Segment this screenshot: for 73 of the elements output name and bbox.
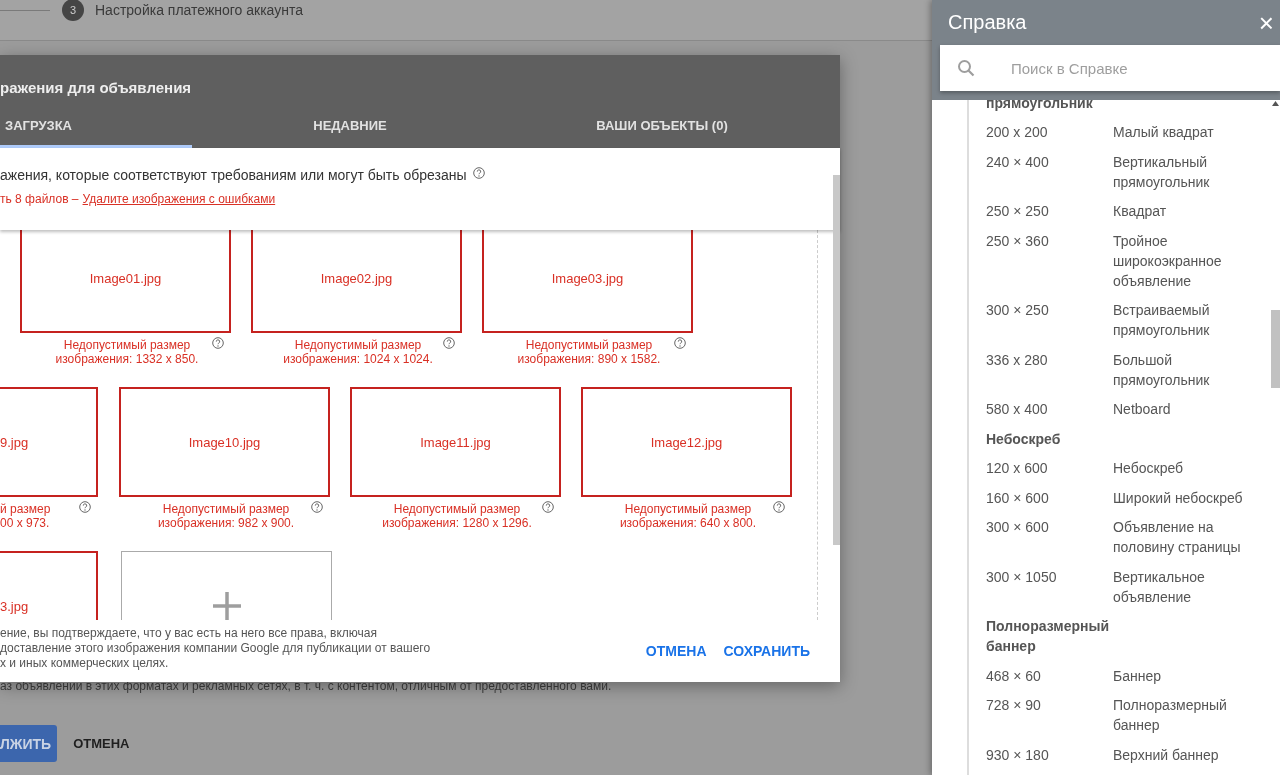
notice-text: аз объявлений в этих форматах и рекламных сетях, в т. ч. с контентом, отличным от предоставленного вами. bbox=[0, 679, 612, 693]
tab[interactable]: НЕДАВНИЕ bbox=[192, 105, 508, 148]
image-tile[interactable]: 3.jpg bbox=[0, 551, 98, 620]
tab[interactable]: ВАШИ ОБЪЕКТЫ (0) bbox=[508, 105, 816, 148]
step-label: Настройка платежного аккаунта bbox=[95, 2, 304, 18]
format-name: Малый квадрат bbox=[1113, 123, 1215, 143]
size-text: 300 × 1050 bbox=[986, 567, 1058, 587]
size-text: 580 x 400 bbox=[986, 400, 1049, 420]
image-tile[interactable]: Image11.jpg bbox=[350, 387, 561, 497]
size-text: 250 × 250 bbox=[986, 202, 1050, 222]
error-message: Недопустимый размер изображения: 1332 x 850. bbox=[54, 338, 200, 366]
scrollbar-thumb[interactable] bbox=[833, 175, 840, 545]
help-icon[interactable] bbox=[674, 337, 686, 349]
error-message: й размер 00 x 973. bbox=[0, 502, 52, 530]
size-text: 240 × 400 bbox=[986, 152, 1050, 172]
format-name: Баннер bbox=[1113, 666, 1162, 686]
plus-icon bbox=[211, 591, 242, 620]
help-icon[interactable] bbox=[79, 501, 91, 513]
section-heading: Небоскреб bbox=[986, 429, 1062, 449]
size-text: 336 x 280 bbox=[986, 350, 1049, 370]
section-heading: прямоугольник bbox=[986, 93, 1094, 113]
save-button[interactable]: СОХРАНИТЬ bbox=[723, 643, 810, 659]
format-name: Объявление на половину страницы bbox=[1113, 518, 1242, 558]
image-tile[interactable]: Image12.jpg bbox=[581, 387, 792, 497]
help-icon[interactable] bbox=[773, 501, 785, 513]
requirements-text: ажения, которые соответствуют требованиям или могут быть обрезаны bbox=[0, 167, 467, 183]
format-name: Квадрат bbox=[1113, 202, 1168, 222]
size-text: 728 × 90 bbox=[986, 696, 1042, 716]
size-text: 468 × 60 bbox=[986, 666, 1042, 686]
help-icon[interactable] bbox=[443, 337, 455, 349]
error-message: Недопустимый размер изображения: 1280 x 1296. bbox=[381, 502, 533, 530]
image-tile[interactable]: Image01.jpg bbox=[20, 230, 231, 333]
step-number: 3 bbox=[62, 0, 84, 21]
format-name: Вертикальный прямоугольник bbox=[1113, 152, 1211, 192]
size-text: 930 × 180 bbox=[986, 745, 1050, 765]
cancel-button[interactable]: ОТМЕНА bbox=[73, 736, 130, 751]
search-field[interactable]: Поиск в Справке bbox=[940, 45, 1280, 91]
format-name: Тройное широкоэкранное объявление bbox=[1113, 231, 1223, 291]
image-tile[interactable]: Image03.jpg bbox=[482, 230, 693, 333]
help-icon[interactable] bbox=[472, 167, 485, 179]
format-name: Вертикальное объявление bbox=[1113, 567, 1206, 607]
format-name: Большой прямоугольник bbox=[1113, 350, 1211, 390]
error-message: Недопустимый размер изображения: 640 x 800. bbox=[618, 502, 758, 530]
dialog-title: ражения для объявления bbox=[0, 78, 193, 98]
format-name: Встраиваемый прямоугольник bbox=[1113, 301, 1211, 341]
format-name: Небоскреб bbox=[1113, 459, 1185, 479]
size-text: 300 × 250 bbox=[986, 301, 1050, 321]
size-text: 160 × 600 bbox=[986, 488, 1050, 508]
remove-errors-link[interactable]: Удалите изображения с ошибками bbox=[82, 192, 276, 206]
error-summary: ть 8 файлов – bbox=[0, 192, 79, 206]
scrollbar-thumb[interactable] bbox=[1271, 310, 1280, 388]
image-tile[interactable]: 9.jpg bbox=[0, 387, 98, 497]
size-text: 200 x 200 bbox=[986, 123, 1049, 143]
format-name: Netboard bbox=[1113, 400, 1172, 420]
help-icon[interactable] bbox=[542, 501, 554, 513]
size-text: 300 × 600 bbox=[986, 518, 1050, 538]
error-message: Недопустимый размер изображения: 982 x 900. bbox=[156, 502, 296, 530]
size-text: 120 x 600 bbox=[986, 459, 1049, 479]
rights-notice: ение, вы подтверждаете, что у вас есть на него все права, включая доставление этого изображения компании Google для публикации от вашего х и иных коммерческих целях. bbox=[0, 625, 431, 671]
error-message: Недопустимый размер изображения: 1024 x 1024. bbox=[282, 338, 434, 366]
section-heading: Полноразмерный баннер bbox=[986, 617, 1110, 657]
cancel-button[interactable]: ОТМЕНА bbox=[645, 643, 707, 659]
format-name: Широкий небоскреб bbox=[1113, 488, 1244, 508]
format-name: Полноразмерный баннер bbox=[1113, 696, 1228, 736]
help-icon[interactable] bbox=[212, 337, 224, 349]
size-text: 250 × 360 bbox=[986, 231, 1050, 251]
image-tile[interactable]: Image02.jpg bbox=[251, 230, 462, 333]
image-tile[interactable]: Image10.jpg bbox=[119, 387, 330, 497]
submit-button[interactable]: ЛЖИТЬ bbox=[0, 725, 58, 762]
format-name: Верхний баннер bbox=[1113, 745, 1220, 765]
panel-title: Справка bbox=[948, 11, 1027, 34]
help-icon[interactable] bbox=[311, 501, 323, 513]
error-message: Недопустимый размер изображения: 890 x 1582. bbox=[516, 338, 662, 366]
